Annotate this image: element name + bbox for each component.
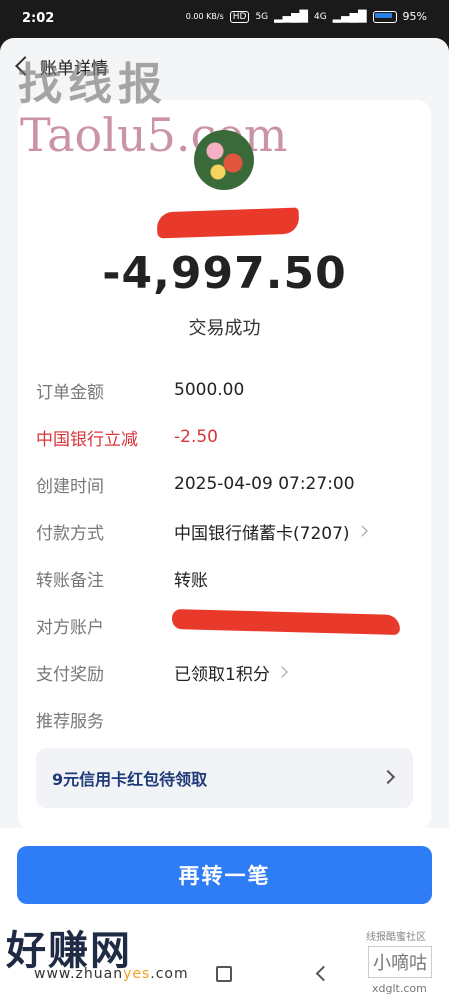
row-value: 5000.00 bbox=[174, 380, 245, 400]
page-title: 账单详情 bbox=[40, 58, 108, 79]
signal-4g: 4G bbox=[314, 11, 327, 22]
row-transfer-note: 转账备注 转账 bbox=[36, 566, 208, 591]
recents-icon[interactable] bbox=[216, 966, 232, 982]
row-label: 转账备注 bbox=[36, 570, 104, 591]
row-label: 创建时间 bbox=[36, 476, 104, 497]
status-time: 2:02 bbox=[22, 11, 55, 26]
row-label: 订单金额 bbox=[36, 382, 104, 403]
signal-icon-2: ▂▄▆█ bbox=[332, 10, 367, 23]
transaction-status: 交易成功 bbox=[188, 318, 261, 339]
status-bar: 2:02 0.00 KB/s HD 5G ▂▄▆█ 4G ▂▄▆█ 95% bbox=[0, 0, 449, 38]
chevron-right-icon bbox=[276, 666, 288, 678]
battery-level: 95% bbox=[402, 10, 427, 23]
promo-text: 9元信用卡红包待领取 bbox=[52, 770, 208, 789]
chevron-right-icon bbox=[380, 769, 396, 785]
signal-icon: ▂▄▆█ bbox=[274, 10, 308, 23]
row-value: -2.50 bbox=[174, 427, 218, 447]
back-arrow-icon[interactable] bbox=[15, 56, 35, 76]
row-label: 推荐服务 bbox=[36, 711, 104, 732]
row-label: 付款方式 bbox=[36, 523, 104, 544]
transfer-again-button[interactable]: 再转一笔 bbox=[17, 846, 432, 904]
row-label: 中国银行立减 bbox=[36, 429, 138, 450]
row-value: 中国银行储蓄卡(7207) bbox=[174, 523, 350, 544]
row-label: 支付奖励 bbox=[36, 664, 104, 685]
redacted-payee-name bbox=[156, 207, 300, 239]
header: 账单详情 bbox=[12, 52, 108, 80]
net-speed: 0.00 KB/s bbox=[185, 12, 224, 21]
credit-card-promo[interactable]: 9元信用卡红包待领取 bbox=[36, 748, 413, 808]
row-payment-reward[interactable]: 支付奖励 已领取1积分 bbox=[36, 660, 288, 685]
hd-badge: HD bbox=[229, 10, 250, 23]
row-recommended-services: 推荐服务 bbox=[36, 707, 174, 732]
row-order-amount: 订单金额 5000.00 bbox=[36, 378, 245, 403]
chevron-right-icon bbox=[355, 525, 368, 537]
row-value: 已领取1积分 bbox=[174, 664, 270, 685]
transaction-amount: -4,997.50 bbox=[102, 248, 347, 299]
row-counterparty-account: 对方账户 bbox=[36, 613, 174, 638]
row-label: 对方账户 bbox=[36, 617, 104, 638]
signal-5g: 5G bbox=[255, 11, 269, 22]
row-created-time: 创建时间 2025-04-09 07:27:00 bbox=[36, 472, 355, 497]
row-value: 转账 bbox=[174, 570, 208, 591]
payee-avatar bbox=[194, 130, 254, 190]
status-icons: 0.00 KB/s HD 5G ▂▄▆█ 4G ▂▄▆█ 95% bbox=[186, 10, 427, 23]
row-bank-discount: 中国银行立减 -2.50 bbox=[36, 425, 218, 450]
row-payment-method[interactable]: 付款方式 中国银行储蓄卡(7207) bbox=[36, 519, 368, 544]
battery-icon bbox=[372, 10, 397, 23]
row-value: 2025-04-09 07:27:00 bbox=[174, 474, 355, 494]
